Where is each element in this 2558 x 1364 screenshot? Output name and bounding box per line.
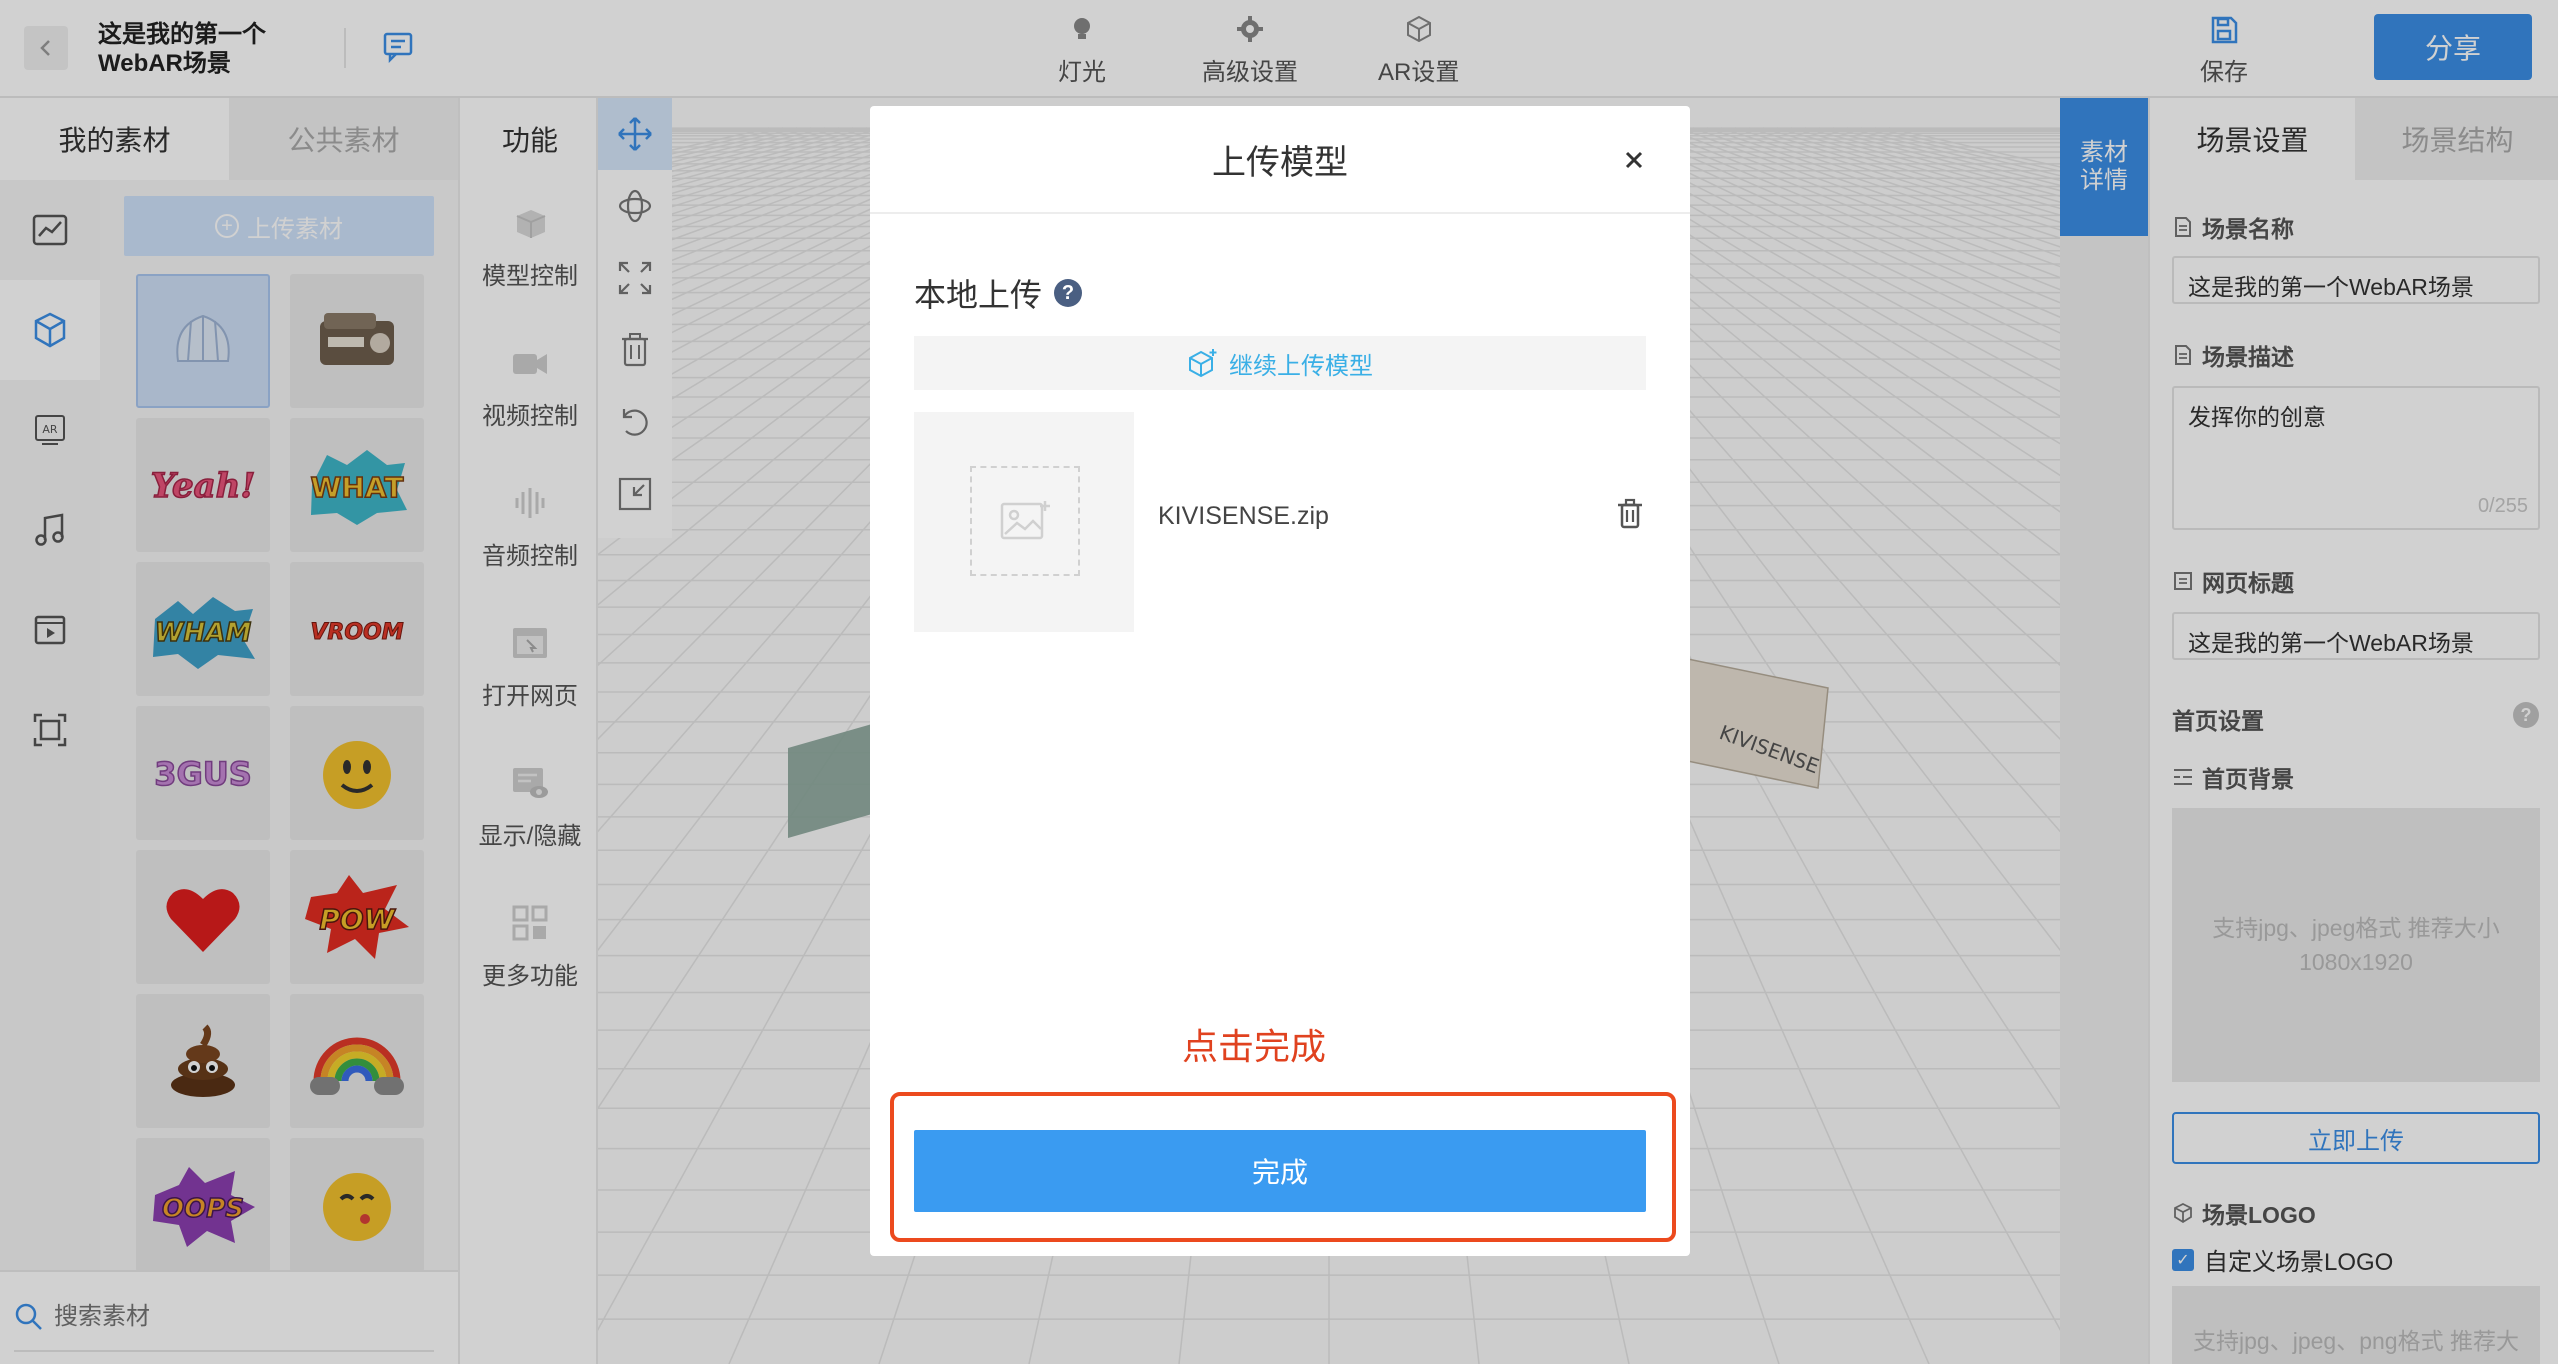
continue-upload-button[interactable]: 继续上传模型	[914, 336, 1646, 390]
click-done-hint: 点击完成	[870, 1018, 1690, 1070]
done-button[interactable]: 完成	[914, 1130, 1646, 1212]
local-upload-heading: 本地上传 ?	[914, 270, 1083, 316]
continue-upload-label: 继续上传模型	[1229, 352, 1373, 380]
file-thumbnail	[914, 412, 1134, 632]
image-icon	[1000, 501, 1050, 540]
trash-icon[interactable]	[1614, 498, 1646, 530]
image-placeholder	[970, 466, 1080, 576]
local-upload-label: 本地上传	[914, 277, 1043, 313]
close-icon[interactable]	[1618, 144, 1650, 176]
help-icon[interactable]: ?	[1054, 279, 1083, 307]
cube-upload-icon	[1189, 349, 1217, 378]
uploaded-file-name: KIVISENSE.zip	[1158, 502, 1329, 530]
click-done-hint-text: 点击完成	[1181, 1026, 1326, 1067]
upload-model-dialog: 上传模型 本地上传 ? 继续上传模型 KIVISENSE.zip 点击完成 完成	[870, 106, 1690, 1256]
dialog-title: 上传模型	[870, 106, 1690, 214]
